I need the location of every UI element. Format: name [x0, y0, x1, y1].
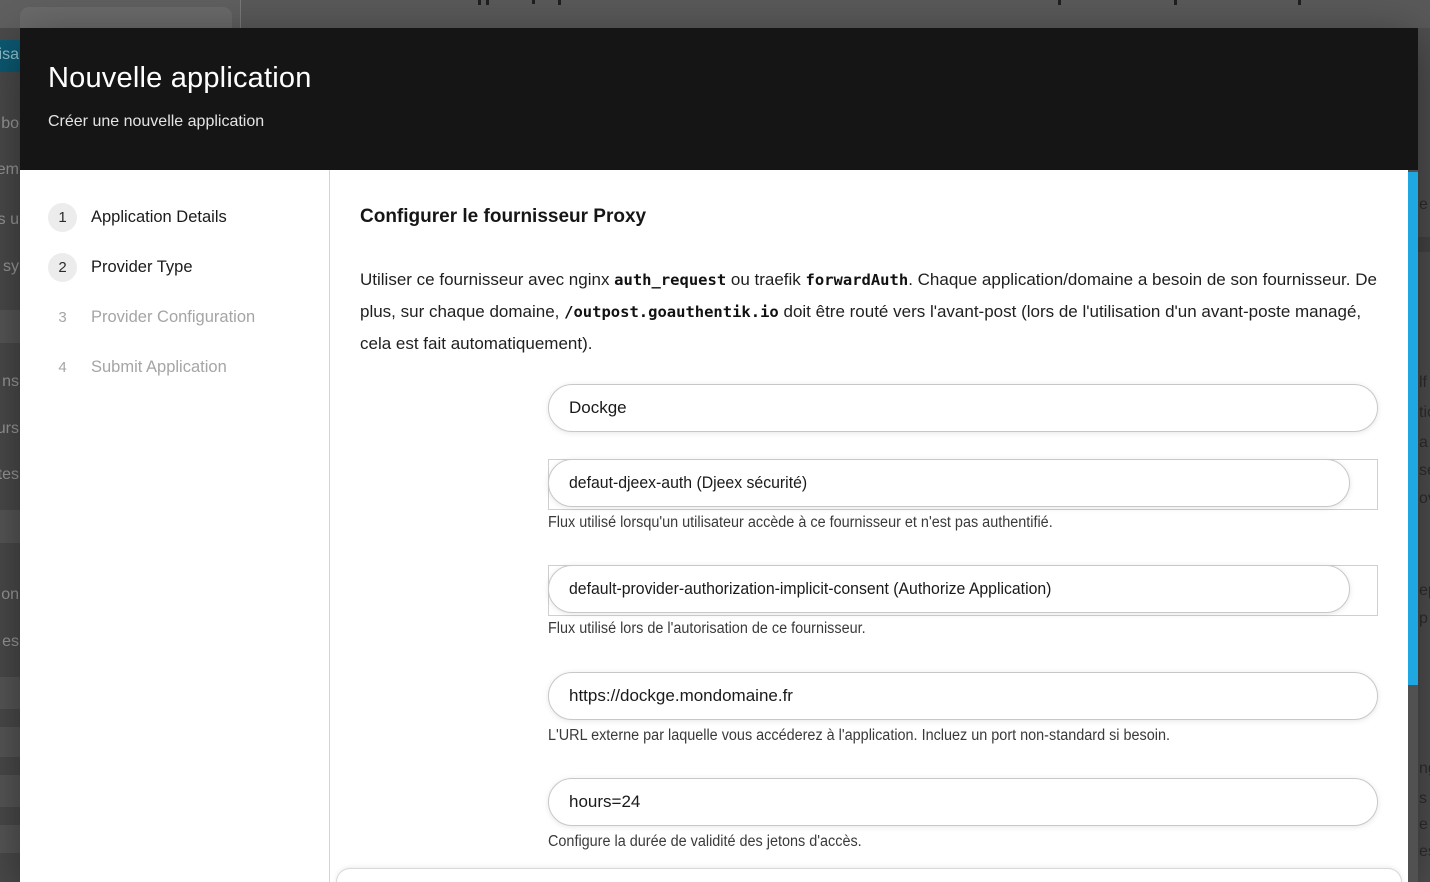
background-text-fragment: e r	[1419, 196, 1430, 214]
field-group-external-host: L'URL externe par laquelle vous accédere…	[548, 672, 1378, 745]
background-text-fragment: urs	[0, 420, 19, 438]
clipped-text-remnant	[558, 0, 561, 5]
description-text: ou traefik	[726, 270, 805, 289]
background-text-fragment: a	[1419, 434, 1428, 452]
next-section-partial-card	[336, 868, 1402, 882]
background-top-strip	[0, 0, 1430, 28]
clipped-text-remnant	[1058, 0, 1061, 5]
wizard-step-content: Configurer le fournisseur Proxy Utiliser…	[330, 170, 1408, 882]
step-number: 1	[48, 203, 77, 232]
background-text-fragment: sy	[3, 258, 19, 276]
background-text-fragment: tio	[1419, 404, 1430, 422]
new-application-modal: Nouvelle application Créer une nouvelle …	[20, 28, 1418, 882]
background-text-fragment: isa	[0, 46, 19, 64]
modal-header: Nouvelle application Créer une nouvelle …	[20, 28, 1418, 170]
modal-scrollbar-track[interactable]	[1408, 170, 1418, 882]
background-text-fragment: s l	[1419, 790, 1430, 808]
selected-authorization-flow: default-provider-authorization-implicit-…	[569, 579, 1051, 599]
field-group-name	[548, 384, 1378, 432]
background-rounded-panel	[20, 7, 232, 28]
code-auth-request: auth_request	[614, 271, 726, 289]
code-outpost-path: /outpost.goauthentik.io	[564, 303, 779, 321]
authentication-flow-select[interactable]: defaut-djeex-auth (Djeex sécurité)	[548, 459, 1378, 507]
token-validity-input[interactable]	[548, 778, 1378, 826]
step-number: 3	[48, 303, 77, 332]
background-text-fragment: es	[1419, 843, 1430, 861]
background-text-fragment: e y	[1419, 816, 1430, 834]
wizard-step-submit-application: 4 Submit Application	[48, 353, 329, 382]
field-help-text: L'URL externe par laquelle vous accédere…	[548, 727, 1378, 745]
background-band	[0, 677, 20, 709]
background-text-fragment: lf	[1419, 374, 1427, 392]
modal-title: Nouvelle application	[48, 62, 1418, 95]
modal-subtitle: Créer une nouvelle application	[48, 113, 1418, 131]
clipped-text-remnant	[486, 0, 489, 5]
external-host-input[interactable]	[548, 672, 1378, 720]
selected-authentication-flow: defaut-djeex-auth (Djeex sécurité)	[569, 473, 807, 493]
background-text-fragment: ep	[1419, 582, 1430, 600]
background-text-fragment: s u	[0, 211, 19, 229]
select-value-pill: default-provider-authorization-implicit-…	[548, 565, 1350, 613]
background-right-strip: e r lf tio a se ov ep p ng s l e y es	[1418, 28, 1430, 882]
background-text-fragment: ov	[1419, 490, 1430, 508]
field-group-authentication-flow: defaut-djeex-auth (Djeex sécurité) Flux …	[548, 459, 1378, 532]
field-help-text: Configure la durée de validité des jeton…	[548, 833, 1378, 851]
background-text-fragment: bo	[1, 115, 19, 133]
code-forward-auth: forwardAuth	[806, 271, 909, 289]
step-number: 4	[48, 353, 77, 382]
help-text: Configure la durée de validité des jeton…	[548, 833, 862, 851]
modal-scrollbar-thumb[interactable]	[1408, 172, 1418, 685]
help-text: Flux utilisé lors de l'autorisation de c…	[548, 620, 866, 638]
field-help-text: Flux utilisé lors de l'autorisation de c…	[548, 620, 1378, 638]
background-text-fragment: se	[1419, 462, 1430, 480]
field-group-authorization-flow: default-provider-authorization-implicit-…	[548, 565, 1378, 638]
background-text-fragment: ns	[2, 373, 19, 391]
background-left-strip: isa bo em s u sy ns urs tes on es	[0, 28, 20, 882]
clipped-text-remnant	[532, 0, 535, 4]
provider-name-input[interactable]	[548, 384, 1378, 432]
step-label: Provider Configuration	[91, 308, 255, 327]
background-band	[0, 727, 20, 757]
step-number: 2	[48, 253, 77, 282]
step-label: Provider Type	[91, 258, 193, 277]
background-band	[0, 775, 20, 807]
screen: isa bo em s u sy ns urs tes on es e r lf…	[0, 0, 1430, 882]
background-band	[0, 510, 20, 543]
background-text-fragment: p	[1419, 610, 1428, 628]
help-text: L'URL externe par laquelle vous accédere…	[548, 727, 1170, 745]
wizard-step-provider-configuration: 3 Provider Configuration	[48, 303, 329, 332]
background-band	[0, 825, 20, 853]
background-text-fragment: es	[2, 633, 19, 651]
help-text: Flux utilisé lorsqu'un utilisateur accèd…	[548, 514, 1053, 532]
wizard-step-provider-type[interactable]: 2 Provider Type	[48, 253, 329, 282]
provider-config-form: defaut-djeex-auth (Djeex sécurité) Flux …	[548, 384, 1378, 851]
modal-body: 1 Application Details 2 Provider Type 3 …	[20, 170, 1418, 882]
background-text-fragment: em	[0, 161, 19, 179]
background-divider	[240, 0, 241, 28]
field-help-text: Flux utilisé lorsqu'un utilisateur accèd…	[548, 514, 1378, 532]
step-label: Submit Application	[91, 358, 227, 377]
wizard-step-application-details[interactable]: 1 Application Details	[48, 203, 329, 232]
background-text-fragment: on	[1, 586, 19, 604]
clipped-text-remnant	[1174, 0, 1177, 5]
wizard-steps: 1 Application Details 2 Provider Type 3 …	[20, 170, 329, 882]
clipped-text-remnant	[478, 0, 481, 5]
clipped-text-remnant	[1298, 0, 1301, 5]
step-label: Application Details	[91, 208, 227, 227]
provider-description: Utiliser ce fournisseur avec nginx auth_…	[360, 264, 1378, 359]
background-text-fragment: ng	[1419, 760, 1430, 778]
authorization-flow-select[interactable]: default-provider-authorization-implicit-…	[548, 565, 1378, 613]
background-band	[0, 310, 20, 343]
step-heading: Configurer le fournisseur Proxy	[360, 206, 1378, 228]
background-band	[1417, 237, 1430, 252]
background-text-fragment: tes	[0, 466, 19, 484]
field-group-token-validity: Configure la durée de validité des jeton…	[548, 778, 1378, 851]
select-value-pill: defaut-djeex-auth (Djeex sécurité)	[548, 459, 1350, 507]
description-text: Utiliser ce fournisseur avec nginx	[360, 270, 614, 289]
